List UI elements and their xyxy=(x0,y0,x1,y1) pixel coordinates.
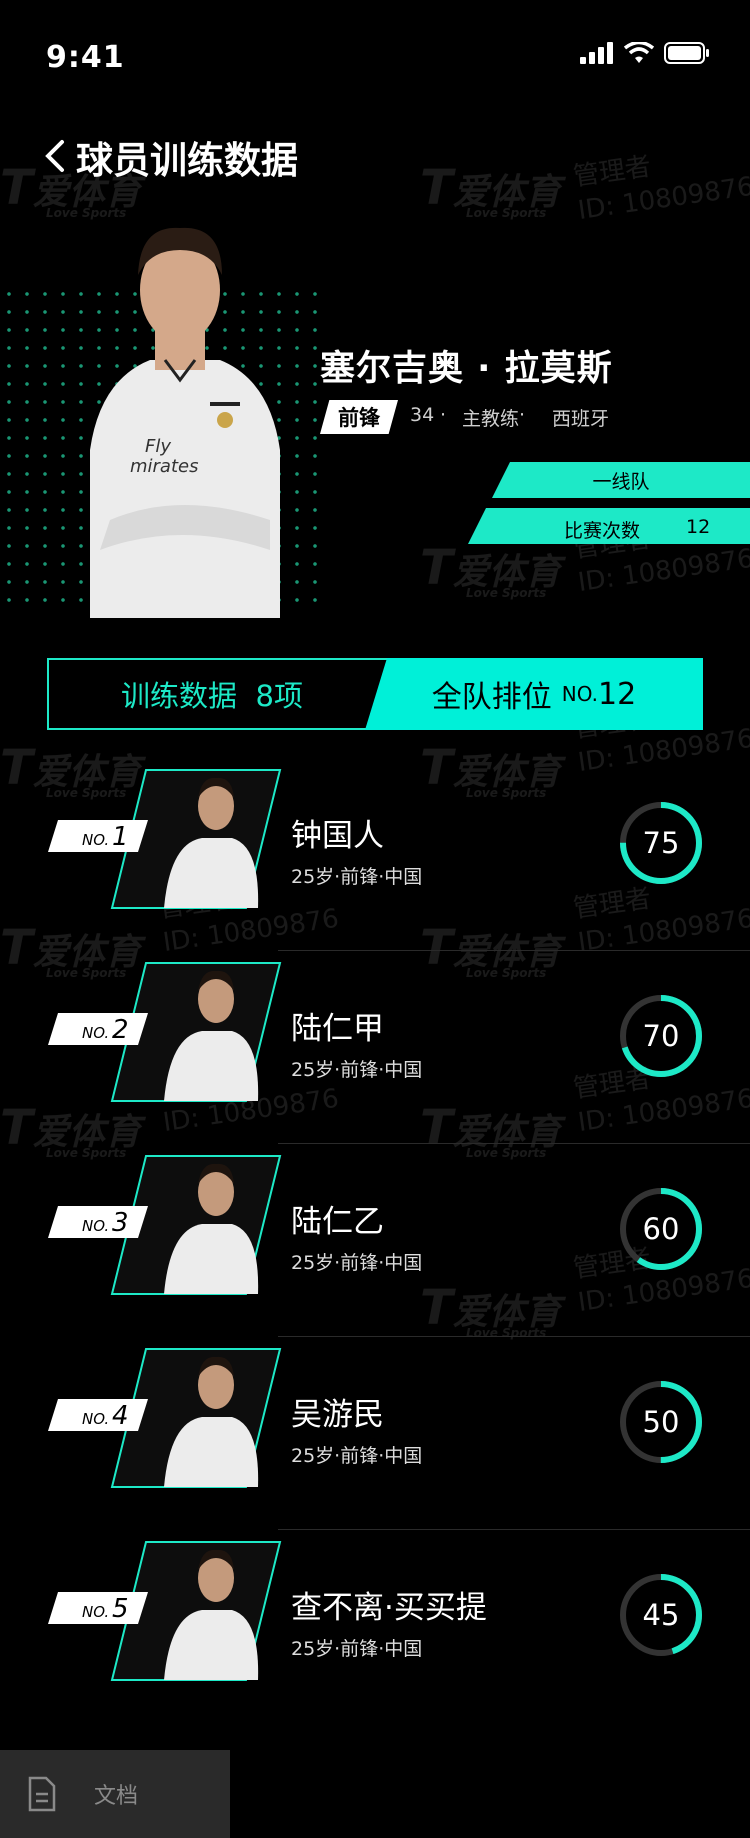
player-name: 塞尔吉奥 · 拉莫斯 xyxy=(320,349,613,389)
tab-team-rank[interactable]: 全队排位 NO. 12 xyxy=(365,658,703,730)
training-label: 训练数据 xyxy=(121,679,238,713)
score-value: 75 xyxy=(642,826,680,860)
player-number: 34 xyxy=(410,404,435,426)
team-label: 一线队 xyxy=(592,470,650,493)
player-role: 主教练 xyxy=(462,408,520,430)
player-photo: Fly mirates xyxy=(90,227,280,618)
player-name: 钟国人 xyxy=(291,818,384,854)
battery-icon xyxy=(664,42,709,64)
rank-value: 12 xyxy=(598,676,637,712)
list-item[interactable]: NO. 3 陆仁乙 25岁·前锋·中国 60 xyxy=(0,1144,750,1337)
player-name: 查不离·买买提 xyxy=(291,1590,487,1626)
wifi-icon xyxy=(624,42,654,63)
meta-dot: · xyxy=(519,404,526,426)
position-badge: 前锋 xyxy=(320,400,398,434)
score-value: 45 xyxy=(642,1598,680,1632)
list-item[interactable]: NO. 1 钟国人 25岁·前锋·中国 75 xyxy=(0,758,750,951)
matches-value: 12 xyxy=(686,516,711,538)
rank-tag: NO. 3 xyxy=(48,1206,148,1238)
rank-tag: NO. 4 xyxy=(48,1399,148,1431)
meta-dot: · xyxy=(440,404,447,426)
watermark-logo: T爱体育 Love Sports xyxy=(420,540,561,600)
rank-tag: NO. 1 xyxy=(48,820,148,852)
list-item[interactable]: NO. 4 吴游民 25岁·前锋·中国 50 xyxy=(0,1337,750,1530)
training-count: 8项 xyxy=(255,679,303,713)
document-tab[interactable]: 文档 xyxy=(0,1750,230,1838)
document-icon xyxy=(28,1776,56,1812)
rank-tag: NO. 2 xyxy=(48,1013,148,1045)
player-name: 陆仁乙 xyxy=(291,1204,384,1240)
watermark-logo: T爱体育 Love Sports xyxy=(420,160,561,220)
player-info: 25岁·前锋·中国 xyxy=(291,1445,423,1467)
team-banner: 一线队 xyxy=(492,462,750,498)
rank-prefix: NO. xyxy=(561,682,599,706)
svg-text:mirates: mirates xyxy=(130,456,198,477)
list-item[interactable]: NO. 2 陆仁甲 25岁·前锋·中国 70 xyxy=(0,951,750,1144)
score-value: 50 xyxy=(642,1405,680,1439)
signal-icon xyxy=(580,42,613,64)
watermark-id: 管理者ID: 10809876 xyxy=(571,151,750,227)
score-value: 70 xyxy=(642,1019,680,1053)
tab-training-data[interactable]: 训练数据 8项 xyxy=(47,658,377,730)
page-title: 球员训练数据 xyxy=(76,139,298,182)
matches-banner: 比赛次数 12 xyxy=(468,508,750,544)
player-info: 25岁·前锋·中国 xyxy=(291,1059,423,1081)
score-value: 60 xyxy=(642,1212,680,1246)
player-country: 西班牙 xyxy=(552,408,610,430)
rank-label: 全队排位 xyxy=(431,680,552,715)
matches-label: 比赛次数 xyxy=(564,520,641,542)
list-item[interactable]: NO. 5 查不离·买买提 25岁·前锋·中国 45 xyxy=(0,1530,750,1723)
back-icon[interactable] xyxy=(42,138,68,174)
status-time: 9:41 xyxy=(46,40,125,75)
document-label: 文档 xyxy=(94,1784,139,1809)
player-info: 25岁·前锋·中国 xyxy=(291,1252,423,1274)
status-bar: 9:41 xyxy=(0,0,750,100)
rank-tag: NO. 5 xyxy=(48,1592,148,1624)
svg-text:Fly: Fly xyxy=(145,436,171,457)
player-name: 吴游民 xyxy=(291,1397,384,1433)
player-info: 25岁·前锋·中国 xyxy=(291,866,423,888)
status-icons xyxy=(580,42,710,64)
player-info: 25岁·前锋·中国 xyxy=(291,1638,423,1660)
player-name: 陆仁甲 xyxy=(291,1011,384,1047)
